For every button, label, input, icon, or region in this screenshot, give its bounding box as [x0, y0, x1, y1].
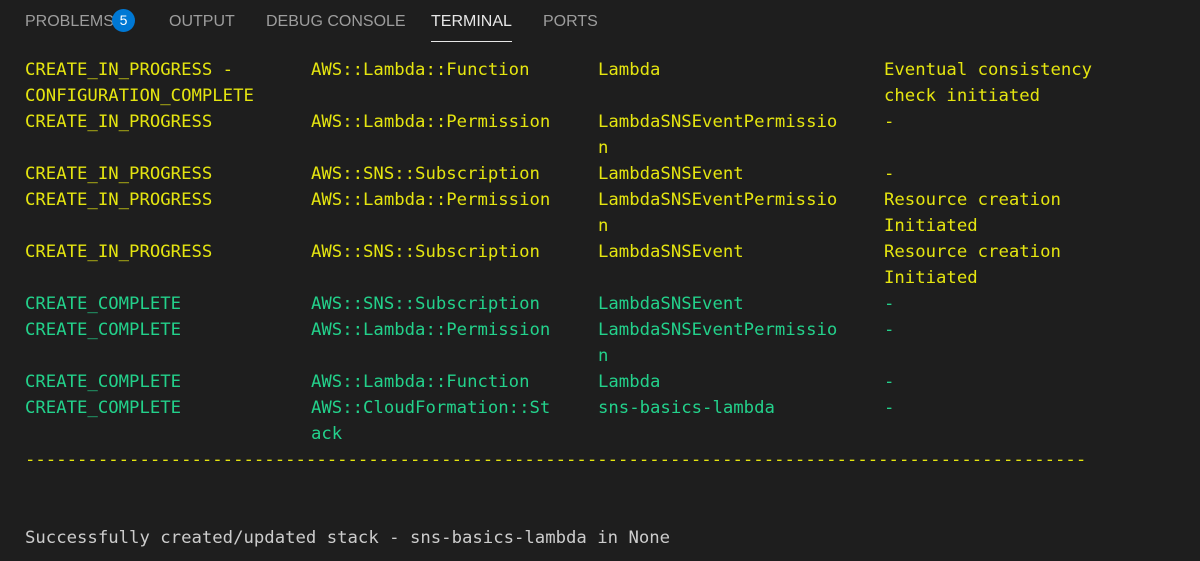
- logical-id-cell: Lambda: [598, 372, 661, 392]
- logical-id-cell: sns-basics-lambda: [598, 398, 775, 418]
- terminal-output[interactable]: CREATE_IN_PROGRESS - CONFIGURATION_COMPL…: [25, 57, 1185, 447]
- event-row: CREATE_IN_PROGRESS AWS::SNS::Subscription…: [25, 161, 1185, 187]
- event-row: CREATE_IN_PROGRESS AWS::Lambda::Permissio…: [25, 109, 1185, 161]
- resource-type-cell: AWS::Lambda::Permission: [311, 320, 551, 340]
- logical-id-cell: LambdaSNSEventPermissio n: [598, 112, 838, 158]
- problems-count-badge: 5: [112, 9, 135, 32]
- status-cell: CREATE_COMPLETE: [25, 372, 182, 392]
- status-reason-cell: -: [884, 294, 895, 314]
- status-cell: CREATE_IN_PROGRESS: [25, 112, 213, 132]
- event-row: CREATE_COMPLETE AWS::SNS::Subscription Lam…: [25, 291, 1185, 317]
- tab-label: DEBUG CONSOLE: [266, 13, 406, 30]
- logical-id-cell: LambdaSNSEvent: [598, 294, 744, 314]
- tab-problems[interactable]: PROBLEMS: [25, 0, 114, 40]
- resource-type-cell: AWS::SNS::Subscription: [311, 164, 540, 184]
- status-cell: CREATE_IN_PROGRESS - CONFIGURATION_COMPL…: [25, 60, 254, 106]
- event-row: CREATE_COMPLETE AWS::CloudFormation::St a…: [25, 395, 1185, 447]
- tab-ports[interactable]: PORTS: [543, 0, 598, 40]
- tab-terminal[interactable]: TERMINAL: [431, 0, 512, 42]
- status-reason-cell: Resource creation Initiated: [884, 242, 1061, 288]
- status-cell: CREATE_IN_PROGRESS: [25, 164, 213, 184]
- status-cell: CREATE_IN_PROGRESS: [25, 190, 213, 210]
- resource-type-cell: AWS::Lambda::Permission: [311, 190, 551, 210]
- resource-type-cell: AWS::CloudFormation::St ack: [311, 398, 551, 444]
- separator-line: ----------------------------------------…: [25, 450, 1087, 470]
- resource-type-cell: AWS::SNS::Subscription: [311, 294, 540, 314]
- logical-id-cell: Lambda: [598, 60, 661, 80]
- panel-tab-bar: PROBLEMS 5 OUTPUT DEBUG CONSOLE TERMINAL…: [0, 0, 1200, 44]
- event-row: CREATE_IN_PROGRESS - CONFIGURATION_COMPL…: [25, 57, 1185, 109]
- tab-label: PROBLEMS: [25, 13, 114, 30]
- tab-debug-console[interactable]: DEBUG CONSOLE: [266, 0, 406, 40]
- status-cell: CREATE_COMPLETE: [25, 398, 182, 418]
- logical-id-cell: LambdaSNSEvent: [598, 164, 744, 184]
- success-message: Successfully created/updated stack - sns…: [25, 528, 671, 548]
- status-reason-cell: Eventual consistency check initiated: [884, 60, 1093, 106]
- resource-type-cell: AWS::Lambda::Function: [311, 60, 530, 80]
- status-reason-cell: -: [884, 320, 895, 340]
- status-cell: CREATE_COMPLETE: [25, 294, 182, 314]
- status-reason-cell: -: [884, 164, 895, 184]
- tab-label: TERMINAL: [431, 13, 512, 30]
- event-row: CREATE_COMPLETE AWS::Lambda::Permission La…: [25, 317, 1185, 369]
- active-tab-indicator: [431, 41, 512, 42]
- status-reason-cell: -: [884, 112, 895, 132]
- resource-type-cell: AWS::SNS::Subscription: [311, 242, 540, 262]
- logical-id-cell: LambdaSNSEventPermissio n: [598, 190, 838, 236]
- logical-id-cell: LambdaSNSEvent: [598, 242, 744, 262]
- tab-output[interactable]: OUTPUT: [169, 0, 235, 40]
- status-reason-cell: -: [884, 398, 895, 418]
- logical-id-cell: LambdaSNSEventPermissio n: [598, 320, 838, 366]
- status-reason-cell: Resource creation Initiated: [884, 190, 1061, 236]
- event-row: CREATE_IN_PROGRESS AWS::SNS::Subscription…: [25, 239, 1185, 291]
- status-cell: CREATE_COMPLETE: [25, 320, 182, 340]
- resource-type-cell: AWS::Lambda::Function: [311, 372, 530, 392]
- resource-type-cell: AWS::Lambda::Permission: [311, 112, 551, 132]
- tab-label: OUTPUT: [169, 13, 235, 30]
- tab-label: PORTS: [543, 13, 598, 30]
- event-row: CREATE_COMPLETE AWS::Lambda::Function Lamb…: [25, 369, 1185, 395]
- status-cell: CREATE_IN_PROGRESS: [25, 242, 213, 262]
- event-row: CREATE_IN_PROGRESS AWS::Lambda::Permissio…: [25, 187, 1185, 239]
- status-reason-cell: -: [884, 372, 895, 392]
